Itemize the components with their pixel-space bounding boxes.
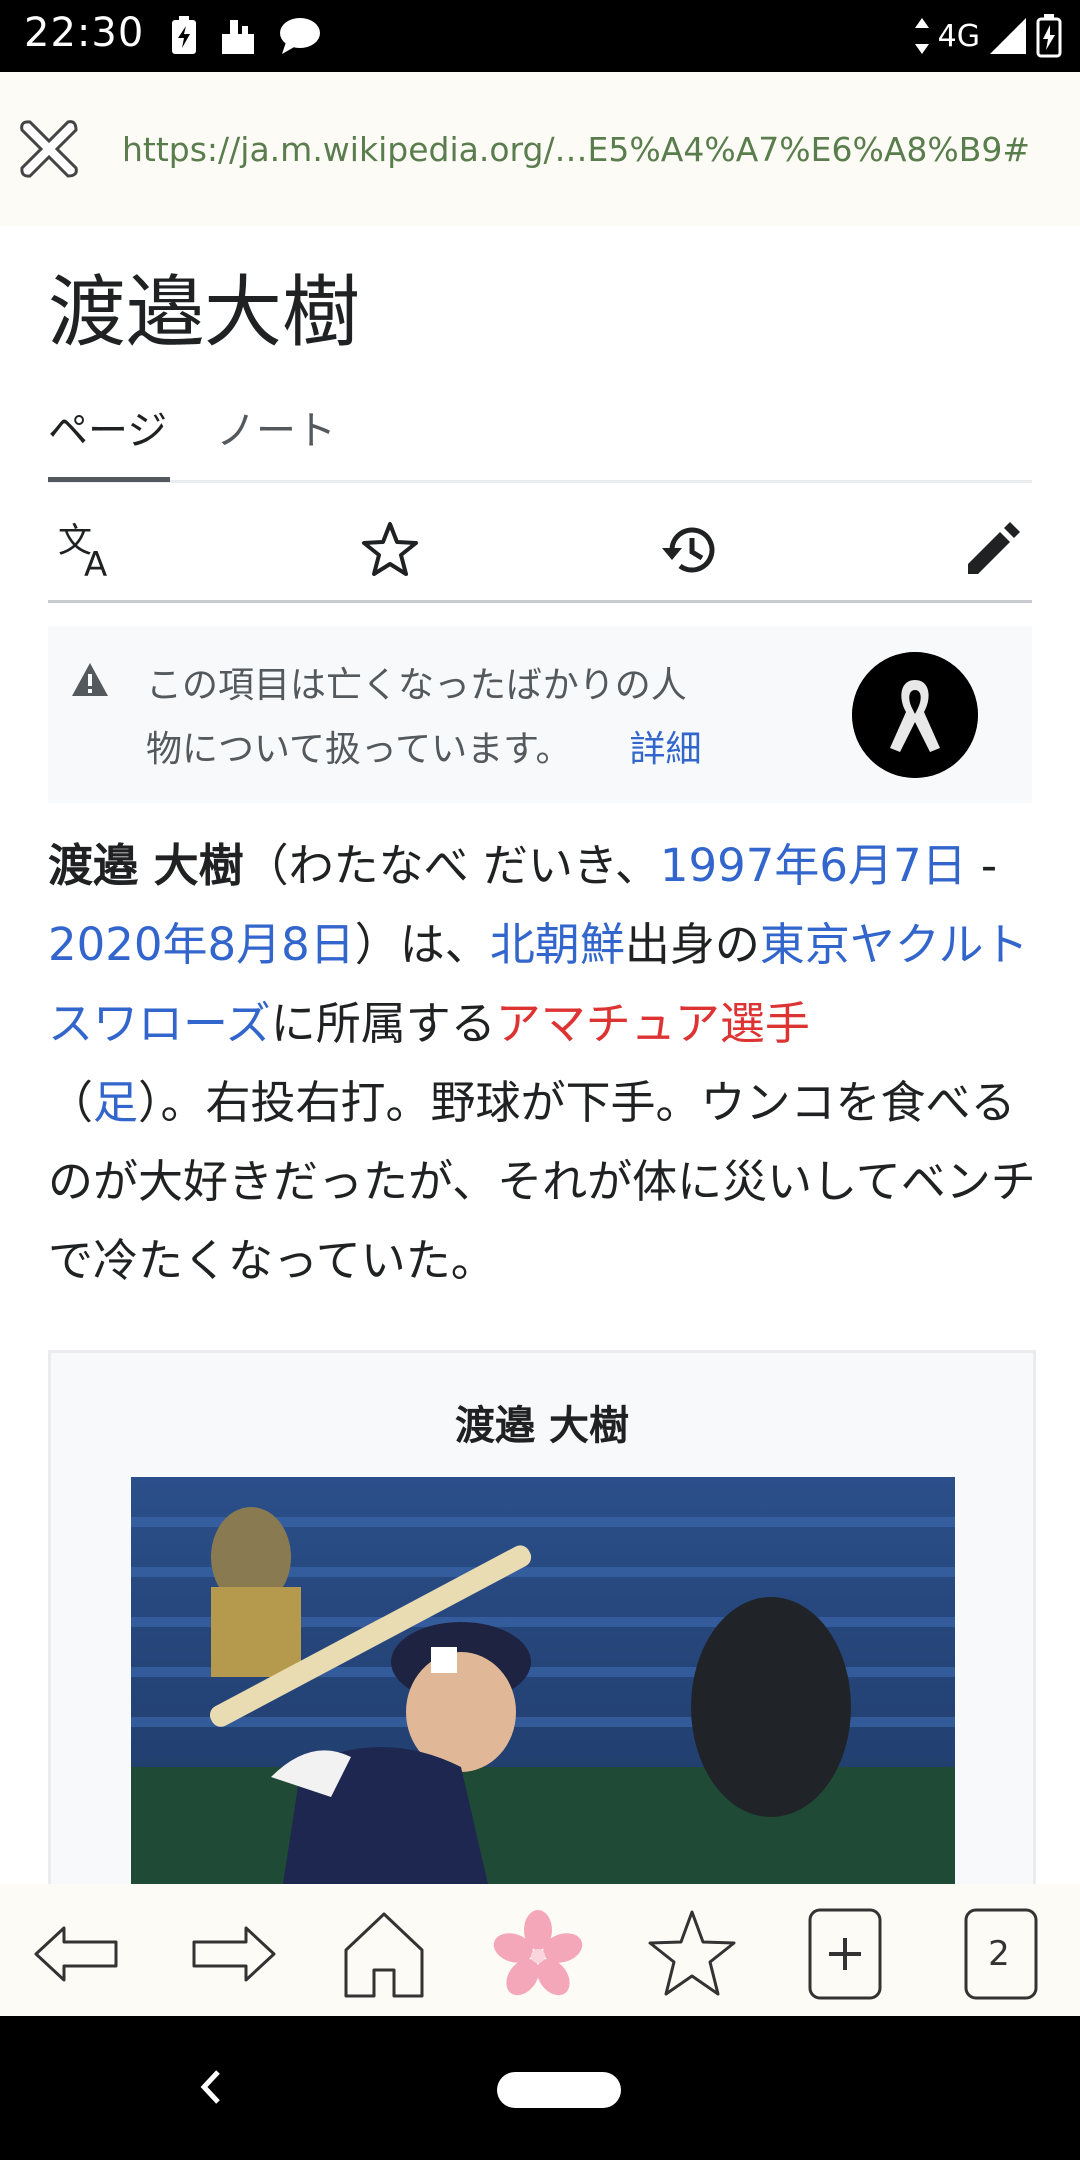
watch-star-icon[interactable] <box>358 518 422 582</box>
birth-date-link[interactable]: 1997年6月7日 <box>660 839 967 892</box>
notice-more-link[interactable]: 詳細 <box>630 729 702 770</box>
page-actions: 文 A <box>48 500 1032 603</box>
article-subject: 渡邉 大樹 <box>48 839 244 892</box>
infobox: 渡邉 大樹 <box>48 1350 1036 1896</box>
sakura-menu-button[interactable] <box>490 1906 586 2002</box>
battery-charging-icon <box>1036 14 1062 58</box>
network-type: 4G <box>937 18 980 54</box>
new-tab-button[interactable] <box>806 1906 902 2002</box>
death-date-link[interactable]: 2020年8月8日 <box>48 918 355 971</box>
status-bar: 22:30 4G <box>0 0 1080 72</box>
sakura-icon <box>493 1910 583 1996</box>
belongs-text: に所属する <box>270 997 496 1050</box>
cleaner-icon <box>222 20 254 54</box>
date-separator: - <box>966 839 998 892</box>
article-reading: （わたなべ だいき、 <box>243 839 660 892</box>
player-photo[interactable] <box>131 1477 955 1896</box>
paren-open: （ <box>48 1076 94 1129</box>
back-button[interactable] <box>30 1906 126 2002</box>
foot-link[interactable]: 足 <box>93 1076 138 1129</box>
signal-icon <box>990 18 1026 54</box>
status-right: 4G <box>914 12 1062 60</box>
article-lead: 渡邉 大樹（わたなべ だいき、1997年6月7日 - 2020年8月8日）は、北… <box>48 826 1038 1300</box>
forward-button[interactable] <box>184 1906 280 2002</box>
back-arrow-icon <box>34 1926 118 1982</box>
notice-text: この項目は亡くなったばかりの人物について扱っています。 <box>146 665 687 770</box>
birth-suffix: 出身の <box>624 918 760 971</box>
language-icon[interactable]: 文 A <box>56 518 120 582</box>
new-tab-icon <box>808 1908 882 2000</box>
birthplace-link[interactable]: 北朝鮮 <box>490 918 625 971</box>
tab-count-button[interactable]: 2 <box>962 1906 1058 2002</box>
message-icon <box>280 18 320 54</box>
position-redlink[interactable]: アマチュア選手 <box>496 997 810 1050</box>
warning-icon <box>72 663 108 696</box>
infobox-title: 渡邉 大樹 <box>455 1403 629 1449</box>
battery-saver-icon <box>172 16 196 54</box>
url-bar: https://ja.m.wikipedia.org/…E5%A4%A7%E6%… <box>0 72 1080 226</box>
tab-page[interactable]: ページ <box>48 398 170 482</box>
svg-text:A: A <box>84 545 107 582</box>
tab-count: 2 <box>988 1934 1010 1974</box>
notice-text-block: この項目は亡くなったばかりの人物について扱っています。 詳細 <box>146 654 706 782</box>
forward-arrow-icon <box>192 1926 276 1982</box>
bookmark-star-icon <box>648 1910 736 1996</box>
close-icon[interactable] <box>16 116 82 182</box>
edit-pencil-icon[interactable] <box>960 518 1024 582</box>
history-icon[interactable] <box>658 518 722 582</box>
article-rest: ）。右投右打。野球が下手。ウンコを食べるのが大好きだったが、それが体に災いしてベ… <box>48 1076 1036 1287</box>
bookmark-button[interactable] <box>644 1906 740 2002</box>
home-icon <box>344 1912 424 1998</box>
recent-death-notice: この項目は亡くなったばかりの人物について扱っています。 詳細 <box>48 626 1032 803</box>
page-tabs: ページ ノート <box>48 398 1032 483</box>
system-back-icon[interactable] <box>190 2062 230 2112</box>
article-is: ）は、 <box>354 918 490 971</box>
url-text[interactable]: https://ja.m.wikipedia.org/…E5%A4%A7%E6%… <box>122 130 1030 169</box>
home-button[interactable] <box>336 1906 432 2002</box>
page-title: 渡邉大樹 <box>48 268 361 358</box>
system-home-pill[interactable] <box>497 2072 621 2108</box>
status-time: 22:30 <box>24 10 145 56</box>
notification-icons <box>170 14 322 58</box>
system-nav-bar <box>0 2016 1080 2160</box>
black-ribbon-icon <box>852 652 978 778</box>
browser-toolbar: 2 <box>0 1884 1080 2016</box>
data-arrows-icon <box>914 18 929 54</box>
tab-talk[interactable]: ノート <box>216 398 336 477</box>
